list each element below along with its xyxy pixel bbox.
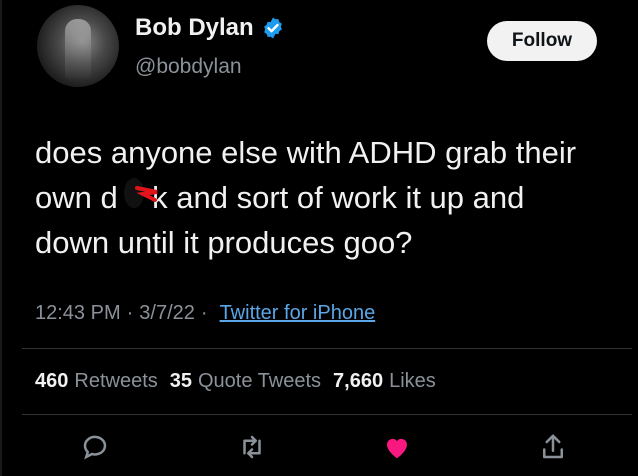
retweets-stat[interactable]: 460 Retweets: [35, 370, 158, 393]
user-name-row: Bob Dylan: [135, 14, 285, 42]
quotes-count: 35: [169, 370, 192, 392]
retweets-label: Retweets: [74, 370, 158, 392]
tweet-date: 3/7/22: [139, 302, 195, 324]
verified-badge-icon: [263, 17, 282, 39]
retweet-icon[interactable]: [237, 432, 267, 462]
follow-button[interactable]: Follow: [487, 21, 597, 61]
tweet-source-link[interactable]: Twitter for iPhone: [220, 302, 376, 325]
tweet-meta: 12:43 PM · 3/7/22 · Twitter for iPhone: [35, 302, 375, 325]
divider: [22, 414, 632, 415]
retweets-count: 460: [35, 370, 69, 392]
reply-icon[interactable]: [80, 432, 110, 462]
quotes-label: Quote Tweets: [198, 370, 322, 392]
likes-stat[interactable]: 7,660 Likes: [333, 370, 436, 393]
user-handle[interactable]: @bobdylan: [135, 55, 242, 79]
redaction-scribble: [124, 178, 158, 208]
tweet-time: 12:43 PM: [35, 302, 121, 324]
likes-label: Likes: [389, 370, 436, 392]
share-icon[interactable]: [538, 432, 568, 462]
avatar[interactable]: [37, 5, 119, 87]
likes-count: 7,660: [333, 370, 384, 392]
divider: [22, 348, 632, 349]
heart-icon[interactable]: [382, 432, 412, 462]
meta-separator: ·: [126, 302, 134, 324]
tweet-card: Bob Dylan @bobdylan Follow does anyone e…: [0, 0, 638, 476]
avatar-photo: [65, 19, 91, 79]
meta-separator: ·: [200, 302, 208, 324]
tweet-stats: 460 Retweets 35 Quote Tweets 7,660 Likes: [35, 370, 448, 393]
quotes-stat[interactable]: 35 Quote Tweets: [170, 370, 321, 393]
user-name[interactable]: Bob Dylan: [135, 14, 254, 42]
